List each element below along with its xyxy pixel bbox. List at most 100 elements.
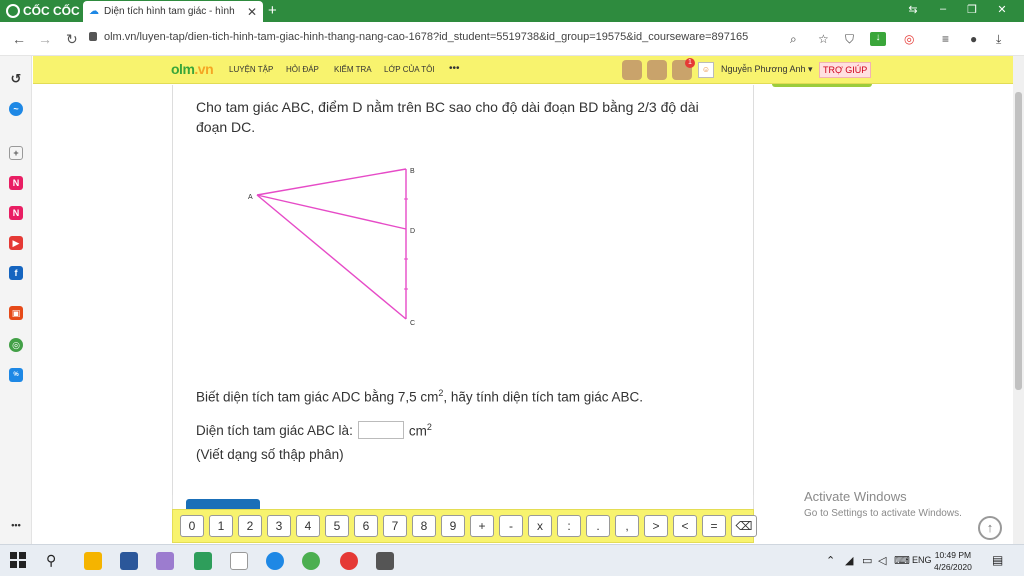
keypad-key-8[interactable]: 8 (412, 515, 436, 537)
account-icon[interactable]: ● (970, 32, 977, 46)
download-icon[interactable]: ↓ (870, 32, 886, 46)
facebook-icon[interactable]: f (9, 266, 23, 280)
network-icon[interactable]: ◢ (845, 554, 853, 567)
math-keypad: 0 1 2 3 4 5 6 7 8 9 + - x:., > < = ⌫ (172, 509, 757, 543)
minimize-icon[interactable]: – (935, 3, 951, 15)
keypad-key-14[interactable]: . (586, 515, 610, 537)
keypad-key-18[interactable]: = (702, 515, 726, 537)
answer-input[interactable] (357, 421, 404, 439)
green-accent-bar (772, 84, 872, 87)
user-menu[interactable]: Nguyễn Phương Anh ▾ (721, 64, 813, 75)
keypad-key-12[interactable]: x (528, 515, 552, 537)
tab-title: Diện tích hình tam giác - hình (104, 6, 235, 17)
answer-row: Diện tích tam giác ABC là: cm2 (196, 421, 432, 439)
keypad-key-2[interactable]: 2 (238, 515, 262, 537)
new-tab-button[interactable]: + (268, 2, 277, 19)
keypad-key-4[interactable]: 4 (296, 515, 320, 537)
keypad-key-19[interactable]: ⌫ (731, 515, 757, 537)
bookmark-star-icon[interactable]: ☆ (818, 32, 829, 46)
tab-close-icon[interactable]: ✕ (247, 5, 257, 19)
windows-start-icon[interactable] (10, 552, 28, 570)
browser-tab-active[interactable]: ☁ Diện tích hình tam giác - hình ✕ (83, 1, 263, 22)
scrollbar-thumb[interactable] (1015, 92, 1022, 390)
browser-sidebar: ↺ ~ + N N ▶ f ▣ ◎ % ••• (0, 56, 32, 544)
history-icon[interactable]: ↺ (9, 72, 23, 86)
notepad-icon[interactable] (230, 552, 248, 570)
search-icon[interactable]: ⌕ (790, 32, 797, 47)
triangle-lines (256, 168, 407, 320)
answer-label: Diện tích tam giác ABC là: (196, 422, 353, 438)
segment-ad (256, 194, 407, 230)
reload-icon[interactable]: ↻ (66, 31, 78, 48)
site-logo[interactable]: olm.vn (171, 61, 214, 77)
more-icon[interactable]: ••• (9, 518, 23, 532)
nav-luyen-tap[interactable]: LUYỆN TẬP (229, 65, 273, 74)
nav-more[interactable]: ••• (449, 63, 460, 74)
nav-lop-cua-toi[interactable]: LỚP CỦA TÔI (384, 65, 435, 74)
keypad-key-6[interactable]: 6 (354, 515, 378, 537)
tray-chevron-icon[interactable]: ⌃ (826, 554, 835, 567)
back-icon[interactable]: ← (12, 31, 26, 47)
zalo-icon[interactable] (266, 552, 284, 570)
download-manager-icon[interactable]: ⤓ (996, 32, 1001, 47)
help-button[interactable]: TRỢ GIÚP (819, 62, 872, 78)
paint-icon[interactable] (156, 552, 174, 570)
keypad-key-11[interactable]: - (499, 515, 523, 537)
nav-hoi-dap[interactable]: HỎI ĐÁP (286, 65, 319, 74)
keypad-key-7[interactable]: 7 (383, 515, 407, 537)
address-bar: ← → ↻ olm.vn/luyen-tap/dien-tich-hinh-ta… (0, 22, 1024, 56)
app-y-icon[interactable] (194, 552, 212, 570)
news-icon[interactable]: N (9, 176, 23, 190)
url-field[interactable]: olm.vn/luyen-tap/dien-tich-hinh-tam-giac… (104, 31, 748, 43)
keypad-key-9[interactable]: 9 (441, 515, 465, 537)
window-close-icon[interactable]: ✕ (994, 3, 1010, 16)
chrome-icon[interactable] (340, 552, 358, 570)
youtube-icon[interactable]: ▶ (9, 236, 23, 250)
keypad-key-3[interactable]: 3 (267, 515, 291, 537)
shield-icon[interactable]: ⛉ (845, 32, 854, 47)
segment-ab (256, 168, 407, 196)
forward-icon[interactable]: → (38, 31, 52, 47)
vertex-label-d: D (410, 228, 415, 235)
browser-brand[interactable]: CỐC CỐC (6, 3, 80, 19)
avatar[interactable]: ☺ (698, 62, 714, 78)
chat-icon[interactable] (647, 60, 667, 80)
word-icon[interactable] (120, 552, 138, 570)
add-icon[interactable]: + (9, 146, 23, 160)
reading-list-icon[interactable]: ≡ (942, 32, 949, 46)
friends-icon[interactable] (622, 60, 642, 80)
nav-kiem-tra[interactable]: KIỂM TRA (334, 65, 372, 74)
news-2-icon[interactable]: N (9, 206, 23, 220)
battery-icon[interactable]: ▭ (862, 554, 872, 567)
tab-menu-icon[interactable]: ⇆ (905, 3, 921, 16)
extension-icon[interactable]: ◎ (904, 32, 914, 46)
keypad-key-10[interactable]: + (470, 515, 494, 537)
messenger-icon[interactable]: ~ (9, 102, 23, 116)
keypad-key-16[interactable]: > (644, 515, 668, 537)
keypad-key-15[interactable]: , (615, 515, 639, 537)
activate-windows-title: Activate Windows (804, 489, 907, 504)
question-given: Biết diện tích tam giác ADC bằng 7,5 cm2… (196, 388, 643, 405)
volume-icon[interactable]: ◁ (878, 554, 886, 567)
clock[interactable]: 10:49 PM 4/26/2020 (934, 549, 972, 573)
scroll-up-icon[interactable]: ↑ (978, 516, 1002, 540)
keypad-key-0[interactable]: 0 (180, 515, 204, 537)
keypad-key-17[interactable]: < (673, 515, 697, 537)
file-explorer-icon[interactable] (84, 552, 102, 570)
keypad-key-5[interactable]: 5 (325, 515, 349, 537)
coccoc-taskbar-icon[interactable] (302, 552, 320, 570)
notification-center-icon[interactable]: ▤ (992, 553, 1003, 567)
keypad-key-13[interactable]: : (557, 515, 581, 537)
language-indicator[interactable]: ENG (912, 555, 932, 565)
keypad-key-1[interactable]: 1 (209, 515, 233, 537)
question-intro: Cho tam giác ABC, điểm D nằm trên BC sao… (196, 99, 699, 135)
discount-icon[interactable]: % (9, 368, 23, 382)
coccoc-extension-icon[interactable]: ◎ (9, 338, 23, 352)
restore-icon[interactable]: ❐ (964, 3, 980, 16)
shopping-icon[interactable]: ▣ (9, 306, 23, 320)
browser-tab-strip: CỐC CỐC ☁ Diện tích hình tam giác - hình… (0, 0, 1024, 22)
windows-taskbar: ⚲ ⌃ ◢ ▭ ◁ ⌨ ENG 10:49 PM 4/26/2020 ▤ (0, 544, 1024, 576)
keyboard-icon[interactable]: ⌨ (894, 554, 910, 567)
search-icon[interactable]: ⚲ (46, 552, 64, 570)
calculator-icon[interactable] (376, 552, 394, 570)
